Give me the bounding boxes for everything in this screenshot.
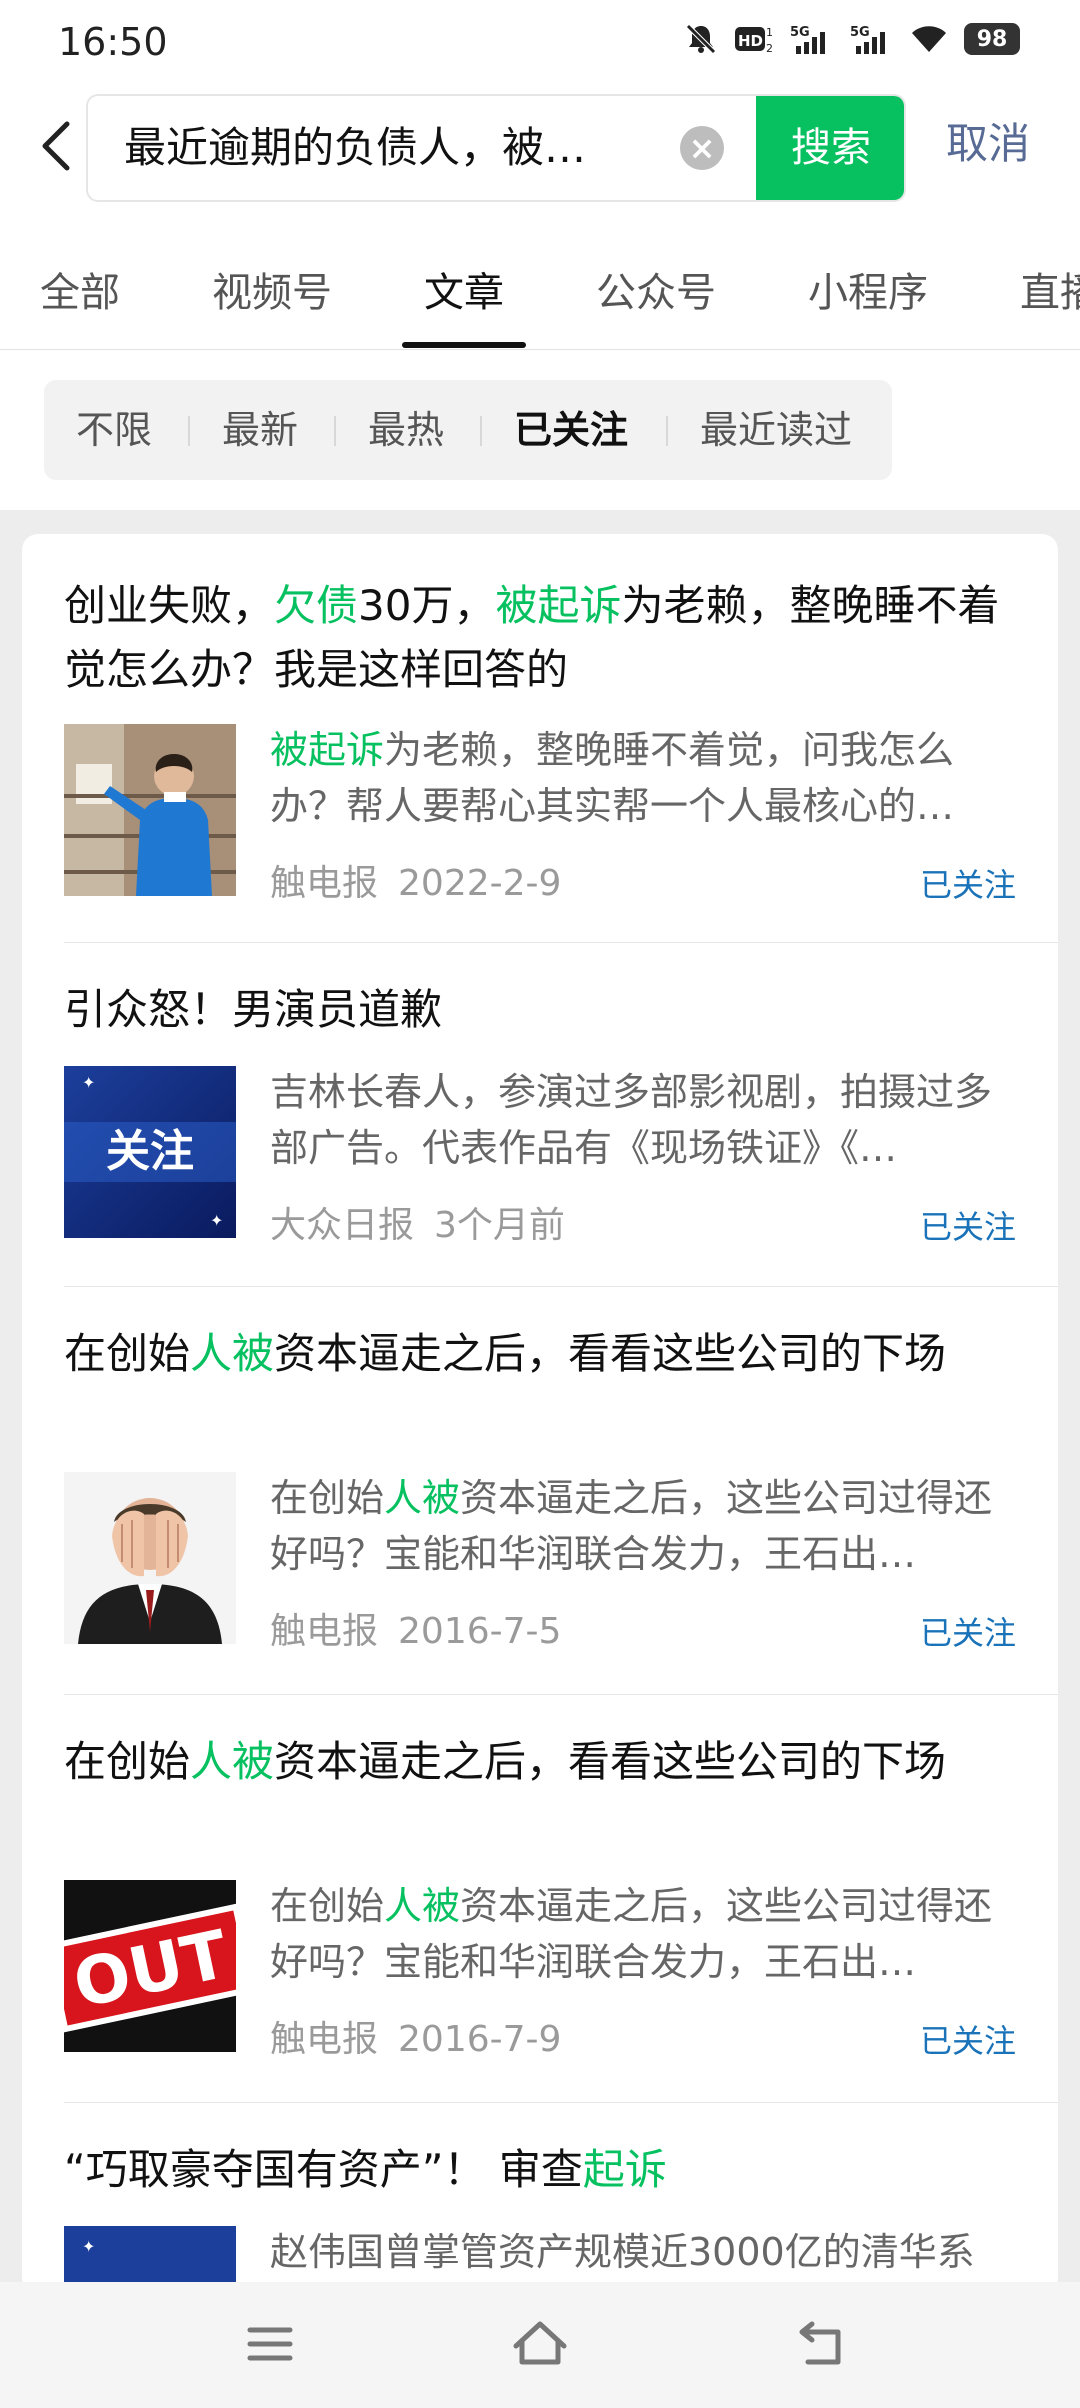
filter-area: 不限 最新 最热 已关注 最近读过 xyxy=(0,350,1080,510)
filter-divider xyxy=(188,416,190,446)
result-title[interactable]: 创业失败，欠债30万，被起诉为老赖，整晚睡不着觉怎么办？我是这样回答的 xyxy=(64,574,1034,702)
followed-badge: 已关注 xyxy=(919,866,1016,904)
home-icon[interactable] xyxy=(508,2312,572,2376)
result-source[interactable]: 触电报 xyxy=(270,863,378,904)
followed-badge: 已关注 xyxy=(919,1614,1016,1652)
result-meta: 大众日报 3个月前 xyxy=(270,1196,565,1248)
back-icon[interactable] xyxy=(790,2312,854,2376)
result-description: 吉林长春人，参演过多部影视剧，拍摄过多部广告。代表作品有《现场铁证》《… xyxy=(270,1070,993,1170)
man-blue-shirt-photo xyxy=(64,724,236,896)
tab-official-accounts[interactable]: 公众号 xyxy=(596,260,716,318)
result-title[interactable]: 在创始人被资本逼走之后，看看这些公司的下场 xyxy=(64,1730,1034,1794)
active-tab-indicator xyxy=(402,342,526,348)
result-description: 在创始人被资本逼走之后，这些公司过得还好吗？宝能和华润联合发力，王石出… xyxy=(270,1476,993,1576)
result-item[interactable]: “巧取豪夺国有资产”！ 审查起诉 ✦ 赵伟国曾掌管资产规模近3000亿的清华系 xyxy=(64,2138,1058,2294)
clear-icon[interactable]: × xyxy=(680,126,724,170)
result-source[interactable]: 触电报 xyxy=(270,2019,378,2060)
status-time: 16:50 xyxy=(58,20,168,64)
followed-badge: 已关注 xyxy=(919,2022,1016,2060)
filter-followed[interactable]: 已关注 xyxy=(514,380,628,480)
search-button[interactable]: 搜索 xyxy=(756,96,904,200)
filter-bar: 不限 最新 最热 已关注 最近读过 xyxy=(44,380,892,480)
cancel-button[interactable]: 取消 xyxy=(946,114,1030,174)
result-meta: 触电报 2022-2-9 xyxy=(270,854,561,906)
5g-signal-icon: 5G xyxy=(850,25,885,54)
result-divider xyxy=(64,942,1058,943)
back-button[interactable] xyxy=(28,116,84,176)
result-date: 2016-7-5 xyxy=(398,1611,562,1652)
search-header: 最近逾期的负债人，被… × 搜索 取消 xyxy=(0,84,1080,210)
tab-articles[interactable]: 文章 xyxy=(424,260,504,318)
filter-divider xyxy=(334,416,336,446)
result-date: 2022-2-9 xyxy=(398,863,562,904)
result-divider xyxy=(64,1694,1058,1695)
result-source[interactable]: 大众日报 xyxy=(270,1205,414,1246)
status-bar: 16:50 HD 1 2 5G 5G 98 xyxy=(0,0,1080,84)
svg-text:1: 1 xyxy=(766,26,773,39)
result-source[interactable]: 触电报 xyxy=(270,1611,378,1652)
chevron-left-icon xyxy=(42,121,70,171)
result-date: 2016-7-9 xyxy=(398,2019,562,2060)
filter-divider xyxy=(480,416,482,446)
filter-hottest[interactable]: 最热 xyxy=(368,380,444,480)
result-meta: 触电报 2016-7-9 xyxy=(270,2010,561,2062)
results-card: 创业失败，欠债30万，被起诉为老赖，整晚睡不着觉怎么办？我是这样回答的 被起诉为… xyxy=(22,534,1058,2294)
menu-icon[interactable] xyxy=(238,2312,302,2376)
svg-text:5G: 5G xyxy=(850,25,870,40)
search-box[interactable]: 最近逾期的负债人，被… × 搜索 xyxy=(86,94,906,202)
out-stamp-thumb: OUT xyxy=(64,1880,236,2052)
result-item[interactable]: 在创始人被资本逼走之后，看看这些公司的下场 在创始人被资本逼走之后，这些公司过得… xyxy=(64,1322,1058,1696)
tab-all[interactable]: 全部 xyxy=(40,260,120,318)
result-item[interactable]: 引众怒！男演员道歉 关注 ✦ ✦ 吉林长春人，参演过多部影视剧，拍摄过多部广告。… xyxy=(64,978,1058,1298)
followed-badge: 已关注 xyxy=(919,1208,1016,1246)
5g-signal-icon: 5G xyxy=(790,25,825,54)
result-title[interactable]: 在创始人被资本逼走之后，看看这些公司的下场 xyxy=(64,1322,1034,1386)
svg-text:✦: ✦ xyxy=(82,2237,95,2256)
filter-recently-read[interactable]: 最近读过 xyxy=(700,380,852,480)
search-input[interactable]: 最近逾期的负债人，被… xyxy=(124,96,684,200)
filter-unlimited[interactable]: 不限 xyxy=(76,380,152,480)
tab-video[interactable]: 视频号 xyxy=(212,260,332,318)
result-thumbnail xyxy=(64,1472,236,1644)
blue-news-thumb: 关注 ✦ ✦ xyxy=(64,1066,236,1238)
svg-text:✦: ✦ xyxy=(82,1073,95,1092)
man-head-in-hands-photo xyxy=(64,1472,236,1644)
result-item[interactable]: 创业失败，欠债30万，被起诉为老赖，整晚睡不着觉怎么办？我是这样回答的 被起诉为… xyxy=(64,574,1058,944)
result-description: 在创始人被资本逼走之后，这些公司过得还好吗？宝能和华润联合发力，王石出… xyxy=(270,1884,993,1984)
svg-text:5G: 5G xyxy=(790,25,810,40)
svg-text:HD: HD xyxy=(738,32,763,50)
result-thumbnail: OUT xyxy=(64,1880,236,2052)
result-meta: 触电报 2016-7-5 xyxy=(270,1602,561,1654)
system-nav-bar xyxy=(0,2282,1080,2408)
result-date: 3个月前 xyxy=(434,1205,565,1246)
hd-icon: HD 1 2 xyxy=(735,26,773,55)
result-title[interactable]: “巧取豪夺国有资产”！ 审查起诉 xyxy=(64,2138,1034,2202)
wifi-icon xyxy=(912,26,946,52)
filter-divider xyxy=(666,416,668,446)
result-thumbnail: 关注 ✦ ✦ xyxy=(64,1066,236,1238)
mute-icon xyxy=(686,24,716,54)
tab-live[interactable]: 直播 xyxy=(1020,260,1080,318)
category-tabs: 全部 视频号 文章 公众号 小程序 直播 xyxy=(0,210,1080,350)
tab-mini-programs[interactable]: 小程序 xyxy=(808,260,928,318)
result-item[interactable]: 在创始人被资本逼走之后，看看这些公司的下场 OUT 在创始人被资本逼走之后，这些… xyxy=(64,1730,1058,2104)
result-title[interactable]: 引众怒！男演员道歉 xyxy=(64,978,1034,1042)
result-divider xyxy=(64,1286,1058,1287)
filter-latest[interactable]: 最新 xyxy=(222,380,298,480)
thumbnail-text: 关注 xyxy=(106,1126,194,1177)
status-icons: HD 1 2 5G 5G 98 xyxy=(684,22,1020,56)
svg-text:✦: ✦ xyxy=(210,1211,223,1230)
result-description: 被起诉为老赖，整晚睡不着觉，问我怎么办？帮人要帮心其实帮一个人最核心的… xyxy=(270,728,955,828)
result-divider xyxy=(64,2102,1058,2103)
svg-text:2: 2 xyxy=(766,42,773,55)
battery-icon: 98 xyxy=(964,23,1020,55)
result-thumbnail xyxy=(64,724,236,896)
